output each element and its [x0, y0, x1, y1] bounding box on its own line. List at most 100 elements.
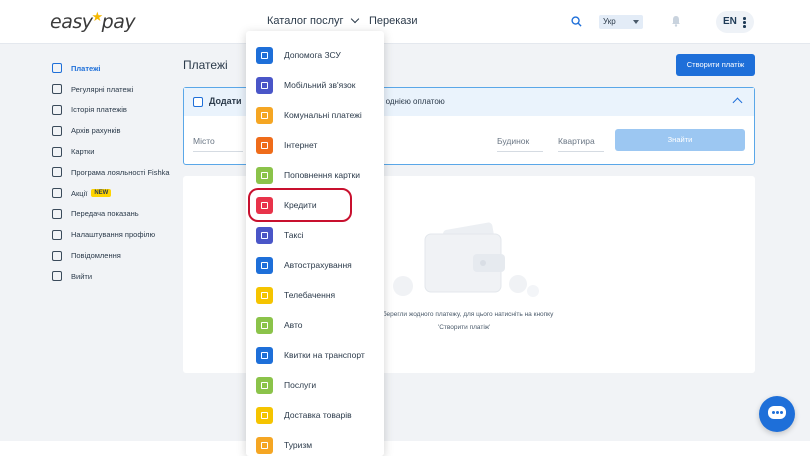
user-menu-button[interactable]: EN — [716, 11, 754, 33]
sidebar-item-label: Історія платежів — [71, 105, 127, 115]
promo-icon — [52, 188, 62, 199]
category-icon — [256, 106, 273, 124]
catalog-menu-item[interactable]: Доставка товарів — [256, 405, 352, 425]
empty-message-line2: 'Створити платіж' — [438, 324, 491, 331]
category-icon — [256, 226, 273, 244]
chat-bubble-icon — [768, 406, 786, 419]
card-icon — [52, 146, 62, 157]
nav-transfers[interactable]: Перекази — [369, 15, 418, 27]
catalog-menu-item[interactable]: Допомога ЗСУ — [256, 45, 341, 65]
highlight-annotation — [248, 188, 352, 222]
sidebar-item[interactable]: Історія платежів — [52, 100, 182, 121]
category-icon — [256, 136, 273, 154]
category-icon — [256, 286, 273, 304]
sidebar-item[interactable]: Вийти — [52, 266, 182, 287]
category-icon — [256, 376, 273, 394]
catalog-menu-item[interactable]: Таксі — [256, 225, 304, 245]
gear-icon — [52, 229, 62, 240]
catalog-menu-item-label: Поповнення картки — [284, 170, 360, 180]
sidebar-item[interactable]: Платежі — [52, 58, 182, 79]
easypay-logo[interactable]: easy★pay — [50, 10, 136, 33]
sidebar-item-label: Повідомлення — [71, 251, 121, 261]
category-icon — [256, 316, 273, 334]
category-icon — [256, 256, 273, 274]
catalog-menu-item[interactable]: Туризм — [256, 435, 312, 455]
catalog-menu-item[interactable]: Мобільний зв'язок — [256, 75, 356, 95]
logo-star-icon: ★ — [91, 10, 103, 25]
category-icon — [256, 346, 273, 364]
house-field[interactable]: Будинок — [497, 136, 543, 152]
sidebar-item[interactable]: Передача показань — [52, 204, 182, 225]
sidebar-item-label: Платежі — [71, 63, 101, 73]
catalog-menu-item[interactable]: Телебачення — [256, 285, 335, 305]
sidebar-item[interactable]: Програма лояльності Fishka — [52, 162, 182, 183]
catalog-menu-item[interactable]: Комунальні платежі — [256, 105, 362, 125]
chevron-up-icon[interactable] — [732, 97, 743, 108]
sidebar-item[interactable]: Налаштування профілю — [52, 224, 182, 245]
loyalty-icon — [52, 167, 62, 178]
find-button[interactable]: Знайти — [615, 129, 745, 151]
sidebar-item[interactable]: Акції NEW — [52, 183, 182, 204]
catalog-menu-item-label: Доставка товарів — [284, 410, 352, 420]
catalog-menu-item-label: Квитки на транспорт — [284, 350, 365, 360]
sidebar-item-label: Вийти — [71, 271, 93, 281]
catalog-menu-item-label: Комунальні платежі — [284, 110, 362, 120]
catalog-menu-item-label: Туризм — [284, 440, 313, 450]
category-icon — [256, 436, 273, 454]
sidebar-item[interactable]: Картки — [52, 141, 182, 162]
catalog-menu-item-label: Авто — [284, 320, 303, 330]
logout-icon — [52, 271, 62, 282]
catalog-menu-item[interactable]: Послуги — [256, 375, 316, 395]
catalog-menu-item-label: Послуги — [284, 380, 317, 390]
catalog-menu-item[interactable]: Квитки на транспорт — [256, 345, 365, 365]
sidebar-item[interactable]: Архів рахунків — [52, 120, 182, 141]
sidebar-item-label: Налаштування профілю — [71, 230, 156, 240]
language-select[interactable]: Укр — [599, 15, 643, 29]
payments-icon — [52, 63, 62, 74]
sidebar-item-label: Програма лояльності Fishka — [71, 167, 170, 177]
sidebar-item-label: Архів рахунків — [71, 126, 121, 136]
catalog-dropdown-menu: Допомога ЗСУ Мобільний зв'язок Комунальні … — [246, 31, 384, 456]
add-icon — [193, 97, 203, 107]
catalog-menu-item[interactable]: Авто — [256, 315, 303, 335]
caret-down-icon — [633, 20, 639, 24]
page-title: Платежі — [183, 58, 228, 72]
clock-icon — [52, 84, 62, 95]
top-header: easy★pay Каталог послуг Перекази Укр EN — [0, 0, 810, 44]
meter-icon — [52, 208, 62, 219]
nav-catalog-label: Каталог послуг — [267, 15, 344, 27]
sidebar-item-label: Картки — [71, 147, 95, 157]
chevron-down-icon — [350, 14, 359, 24]
catalog-menu-item-label: Таксі — [284, 230, 304, 240]
catalog-menu-item-label: Автострахування — [284, 260, 352, 270]
create-payment-button[interactable]: Створити платіж — [676, 54, 755, 76]
city-field[interactable]: Місто — [193, 136, 243, 152]
apartment-field[interactable]: Квартира — [558, 136, 604, 152]
search-icon[interactable] — [571, 16, 582, 27]
category-icon — [256, 406, 273, 424]
category-icon — [256, 166, 273, 184]
sidebar-item[interactable]: Регулярні платежі — [52, 79, 182, 100]
chat-button[interactable] — [759, 396, 795, 432]
category-icon — [256, 76, 273, 94]
bell-icon — [52, 250, 62, 261]
footer — [0, 441, 810, 456]
nav-catalog-services[interactable]: Каталог послуг — [267, 14, 359, 27]
bell-icon[interactable] — [671, 15, 681, 27]
empty-wallet-icon — [393, 222, 539, 297]
catalog-menu-item-label: Інтернет — [284, 140, 318, 150]
add-panel-title: Додати — [209, 96, 242, 106]
sidebar-item-label: Регулярні платежі — [71, 84, 134, 94]
new-badge: NEW — [91, 189, 112, 198]
category-icon — [256, 46, 273, 64]
catalog-menu-item[interactable]: Поповнення картки — [256, 165, 360, 185]
sidebar-item-label: Акції — [71, 188, 88, 198]
more-vertical-icon — [743, 17, 746, 29]
sidebar-item[interactable]: Повідомлення — [52, 245, 182, 266]
history-icon — [52, 104, 62, 115]
empty-message-line1: зберегли жодного платежу, для цього нати… — [380, 311, 554, 318]
catalog-menu-item[interactable]: Інтернет — [256, 135, 317, 155]
catalog-menu-item[interactable]: Автострахування — [256, 255, 352, 275]
sidebar-nav: Платежі Регулярні платежі Історія платежів… — [52, 58, 182, 287]
archive-icon — [52, 125, 62, 136]
